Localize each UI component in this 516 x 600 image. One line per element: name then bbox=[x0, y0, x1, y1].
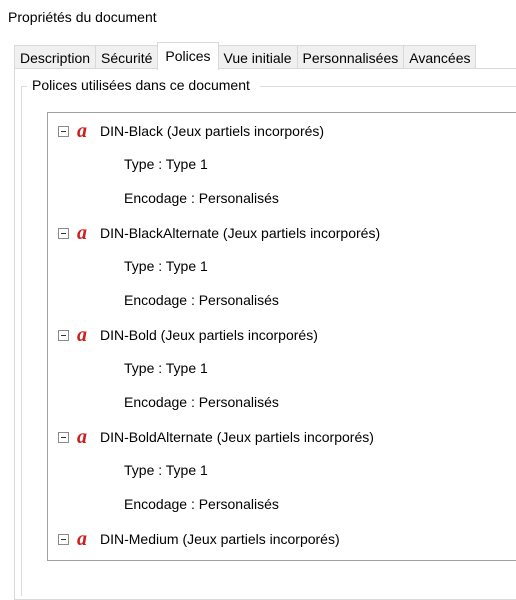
dialog-title: Propriétés du document bbox=[8, 9, 157, 25]
font-a-icon: a bbox=[77, 325, 87, 345]
font-type: Type : Type 1 bbox=[124, 462, 208, 478]
font-encoding: Encodage : Personalisés bbox=[124, 190, 279, 206]
font-name: DIN-Bold (Jeux partiels incorporés) bbox=[100, 327, 318, 343]
font-encoding: Encodage : Personalisés bbox=[124, 394, 279, 410]
minus-box-icon[interactable] bbox=[58, 431, 69, 443]
tab-description[interactable]: Description bbox=[14, 45, 97, 70]
font-encoding: Encodage : Personalisés bbox=[124, 292, 279, 308]
group-legend: Polices utilisées dans ce document bbox=[29, 77, 253, 93]
minus-box-icon[interactable] bbox=[58, 533, 69, 545]
font-name: DIN-Medium (Jeux partiels incorporés) bbox=[100, 531, 340, 547]
svg-text:a: a bbox=[77, 529, 87, 549]
svg-text:a: a bbox=[77, 121, 87, 141]
font-a-icon: a bbox=[77, 529, 87, 549]
font-encoding: Encodage : Personalisés bbox=[124, 496, 279, 512]
tree-node-font[interactable]: a DIN-BoldAlternate (Jeux partiels incor… bbox=[58, 426, 374, 448]
svg-text:a: a bbox=[77, 325, 87, 345]
tab-strip: Description Sécurité Polices Vue initial… bbox=[14, 42, 477, 70]
tab-vue-initiale[interactable]: Vue initiale bbox=[217, 45, 298, 70]
tab-polices[interactable]: Polices bbox=[157, 42, 219, 70]
tab-personnalisees[interactable]: Personnalisées bbox=[296, 45, 405, 70]
minus-box-icon[interactable] bbox=[58, 125, 69, 137]
tab-avancees[interactable]: Avancées bbox=[403, 45, 477, 70]
font-type: Type : Type 1 bbox=[124, 258, 208, 274]
minus-box-icon[interactable] bbox=[58, 227, 69, 239]
minus-box-icon[interactable] bbox=[58, 329, 69, 341]
group-border bbox=[21, 86, 22, 596]
svg-text:a: a bbox=[77, 427, 87, 447]
font-type: Type : Type 1 bbox=[124, 156, 208, 172]
font-name: DIN-BoldAlternate (Jeux partiels incorpo… bbox=[100, 429, 374, 445]
tree-node-font[interactable]: a DIN-BlackAlternate (Jeux partiels inco… bbox=[58, 222, 380, 244]
fonts-tree[interactable]: a DIN-Black (Jeux partiels incorporés) T… bbox=[47, 112, 516, 561]
tree-node-font[interactable]: a DIN-Bold (Jeux partiels incorporés) bbox=[58, 324, 318, 346]
group-border bbox=[21, 86, 27, 87]
font-a-icon: a bbox=[77, 427, 87, 447]
group-border bbox=[260, 86, 516, 87]
font-name: DIN-Black (Jeux partiels incorporés) bbox=[100, 123, 325, 139]
tree-node-font[interactable]: a DIN-Black (Jeux partiels incorporés) bbox=[58, 120, 324, 142]
font-a-icon: a bbox=[77, 121, 87, 141]
font-a-icon: a bbox=[77, 223, 87, 243]
tab-securite[interactable]: Sécurité bbox=[95, 45, 159, 70]
svg-text:a: a bbox=[77, 223, 87, 243]
font-type: Type : Type 1 bbox=[124, 360, 208, 376]
tree-node-font[interactable]: a DIN-Medium (Jeux partiels incorporés) bbox=[58, 528, 340, 550]
font-name: DIN-BlackAlternate (Jeux partiels incorp… bbox=[100, 225, 381, 241]
